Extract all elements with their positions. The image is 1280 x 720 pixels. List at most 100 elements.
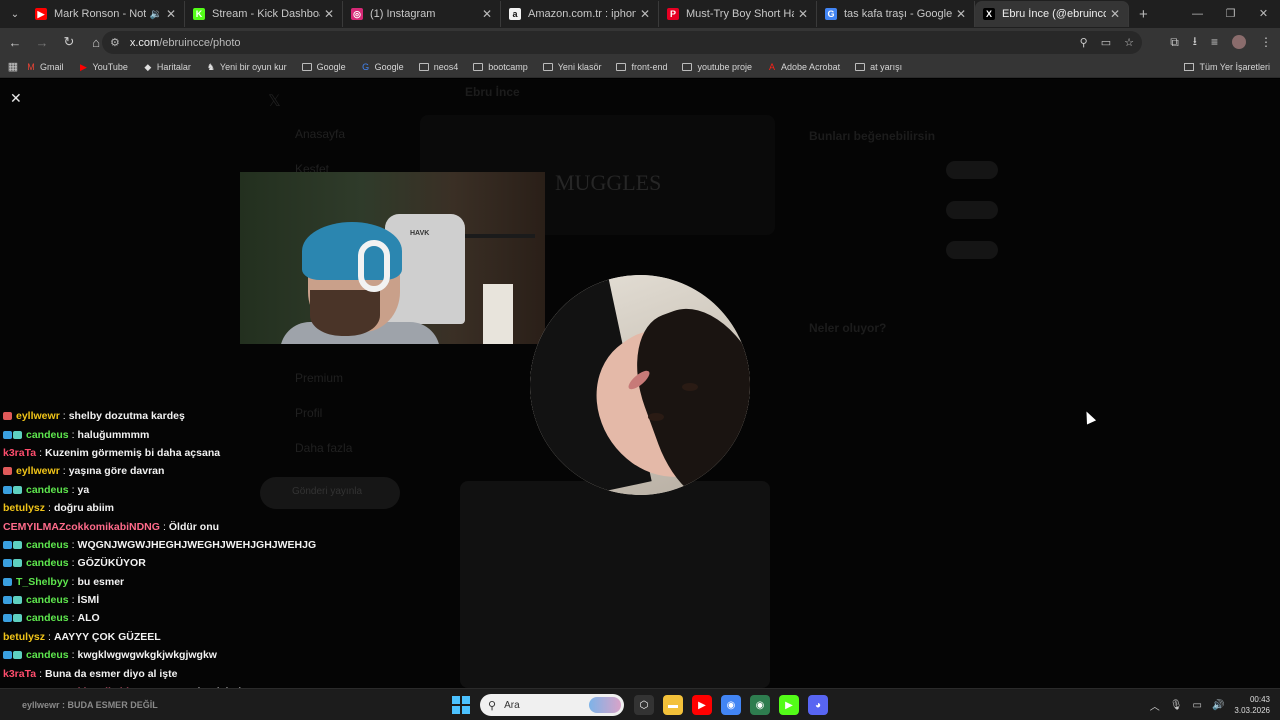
tray-chevron-icon[interactable]: ︿: [1150, 698, 1160, 713]
browser-tab[interactable]: P Must-Try Boy Short Haircut Insp ✕: [659, 1, 817, 27]
minimize-icon[interactable]: —: [1181, 0, 1214, 28]
profile-avatar[interactable]: [1232, 35, 1246, 49]
google-icon: G: [825, 8, 837, 20]
pinterest-icon: P: [667, 8, 679, 20]
bookmark-item[interactable]: youtube proje: [682, 62, 752, 72]
zoom-icon[interactable]: ⚲: [1080, 36, 1088, 49]
site-info-icon[interactable]: ⚙: [110, 36, 120, 49]
chat-username[interactable]: k3raTa: [3, 668, 36, 680]
bookmark-item[interactable]: front-end: [616, 62, 667, 72]
all-bookmarks[interactable]: Tüm Yer İşaretleri: [1184, 56, 1270, 78]
window-controls: — ❐ ✕: [1181, 0, 1280, 28]
audio-playing-icon[interactable]: 🔉: [149, 9, 161, 20]
bookmark-item[interactable]: Google: [301, 62, 346, 72]
bookmark-star-icon[interactable]: ☆: [1124, 36, 1134, 49]
close-tab-icon[interactable]: ✕: [798, 7, 808, 21]
kick-studio-icon[interactable]: ▶: [779, 695, 799, 715]
bookmark-item[interactable]: at yarışı: [855, 62, 902, 72]
clock[interactable]: 00:43 3.03.2026: [1234, 694, 1270, 716]
chat-separator: :: [71, 483, 75, 496]
ghost-follow-button: [946, 241, 998, 259]
close-tab-icon[interactable]: ✕: [640, 7, 650, 21]
app-icon[interactable]: ⬡: [634, 695, 654, 715]
chat-text: bu esmer: [77, 575, 125, 588]
chat-text: WQGNJWGWJHEGHJWEGHJWEHJGHJWEHJG: [77, 538, 317, 551]
chat-text: ALO: [77, 612, 100, 625]
chat-username[interactable]: betulysz: [3, 631, 45, 643]
bookmark-item[interactable]: A Adobe Acrobat: [767, 62, 840, 72]
chat-username[interactable]: k3raTa: [3, 447, 36, 459]
back-icon[interactable]: ←: [3, 30, 27, 54]
menu-icon[interactable]: ⋮: [1260, 35, 1272, 49]
bookmark-item[interactable]: ◆ Haritalar: [143, 62, 190, 72]
bookmark-item[interactable]: ▶ YouTube: [79, 62, 128, 72]
new-tab-button[interactable]: +: [1139, 6, 1148, 23]
browser-toolbar: ← → ↻ ⌂ ⚙ x.com/ebruincce/photo ⚲ ▭ ☆ ⧉ …: [0, 28, 1280, 56]
chat-username[interactable]: candeus: [26, 649, 69, 661]
chat-badges: [3, 467, 13, 476]
browser-tab[interactable]: ▶ Mark Ronson - Nothing Bre🔉 ✕: [27, 1, 185, 27]
folder-icon: [301, 62, 312, 71]
chrome-icon[interactable]: ◉: [721, 695, 741, 715]
display-icon[interactable]: ▭: [1193, 700, 1202, 711]
badge-icon: [13, 651, 22, 660]
chat-username[interactable]: candeus: [26, 484, 69, 496]
close-tab-icon[interactable]: ✕: [482, 7, 492, 21]
chat-username[interactable]: T_Shelbyy: [16, 576, 69, 588]
extensions-icon[interactable]: ⧉: [1170, 35, 1179, 50]
browser-tab[interactable]: X Ebru İnce (@ebruincce) / X ✕: [975, 1, 1129, 27]
browser-tab[interactable]: K Stream - Kick Dashboard ✕: [185, 1, 343, 27]
chrome-alt-icon[interactable]: ◉: [750, 695, 770, 715]
reload-icon[interactable]: ↻: [57, 30, 81, 54]
download-icon[interactable]: ⭳: [1193, 32, 1197, 53]
file-explorer-icon[interactable]: ▬: [663, 695, 683, 715]
chat-username[interactable]: eyllwewr: [16, 410, 60, 422]
chat-badges: [3, 540, 23, 549]
close-window-icon[interactable]: ✕: [1247, 0, 1280, 28]
forward-icon[interactable]: →: [30, 30, 54, 54]
close-tab-icon[interactable]: ✕: [956, 7, 966, 21]
badge-icon: [3, 596, 12, 605]
search-highlight-art: [589, 697, 621, 713]
bookmark-item[interactable]: M Gmail: [26, 62, 63, 72]
chat-badges: [3, 614, 23, 623]
chat-message: candeus: ALO: [3, 609, 343, 627]
media-controls-icon[interactable]: ≡: [1211, 35, 1218, 49]
tab-search-chevron-icon[interactable]: ⌄: [3, 2, 27, 26]
close-photo-icon[interactable]: ✕: [10, 90, 22, 107]
start-button[interactable]: [452, 696, 470, 714]
chat-username[interactable]: candeus: [26, 539, 69, 551]
tab-title: tas kafa traşı - Google'da Ara: [844, 8, 952, 20]
chat-username[interactable]: candeus: [26, 594, 69, 606]
taskbar-search[interactable]: ⚲ Ara: [480, 694, 624, 716]
clock-date: 3.03.2026: [1234, 706, 1270, 715]
chat-separator: :: [71, 428, 75, 441]
cast-icon[interactable]: ▭: [1101, 36, 1111, 49]
volume-icon[interactable]: 🔊: [1212, 700, 1224, 711]
apps-grid-icon[interactable]: ▦: [0, 60, 26, 73]
youtube-music-icon[interactable]: ▶: [692, 695, 712, 715]
bookmark-item[interactable]: ♞ Yeni bir oyun kur: [206, 62, 287, 72]
browser-tab[interactable]: Gtas kafa traşı - Google'da Ara ✕: [817, 1, 975, 27]
close-tab-icon[interactable]: ✕: [1110, 7, 1120, 21]
bookmark-item[interactable]: G Google: [361, 62, 404, 72]
close-tab-icon[interactable]: ✕: [166, 7, 176, 21]
chat-text: haluğummmm: [77, 428, 150, 441]
bookmark-item[interactable]: neos4: [418, 62, 458, 72]
close-tab-icon[interactable]: ✕: [324, 7, 334, 21]
browser-tab[interactable]: a Amazon.com.tr : iphone 15 pro ✕: [501, 1, 659, 27]
bookmark-item[interactable]: Yeni klasör: [542, 62, 601, 72]
chat-username[interactable]: eyllwewr: [16, 465, 60, 477]
chat-badges: [3, 430, 23, 439]
address-bar[interactable]: ⚙ x.com/ebruincce/photo ⚲ ▭ ☆: [102, 31, 1142, 54]
chat-username[interactable]: candeus: [26, 557, 69, 569]
chat-username[interactable]: betulysz: [3, 502, 45, 514]
browser-tab[interactable]: ◎ (1) Instagram ✕: [343, 1, 501, 27]
microphone-icon[interactable]: 🎙: [1170, 700, 1183, 711]
chat-username[interactable]: candeus: [26, 429, 69, 441]
bookmark-item[interactable]: bootcamp: [473, 62, 528, 72]
chat-username[interactable]: candeus: [26, 612, 69, 624]
chat-username[interactable]: CEMYILMAZcokkomikabiNDNG: [3, 521, 160, 533]
restore-icon[interactable]: ❐: [1214, 0, 1247, 28]
discord-icon[interactable]: ◕: [808, 695, 828, 715]
